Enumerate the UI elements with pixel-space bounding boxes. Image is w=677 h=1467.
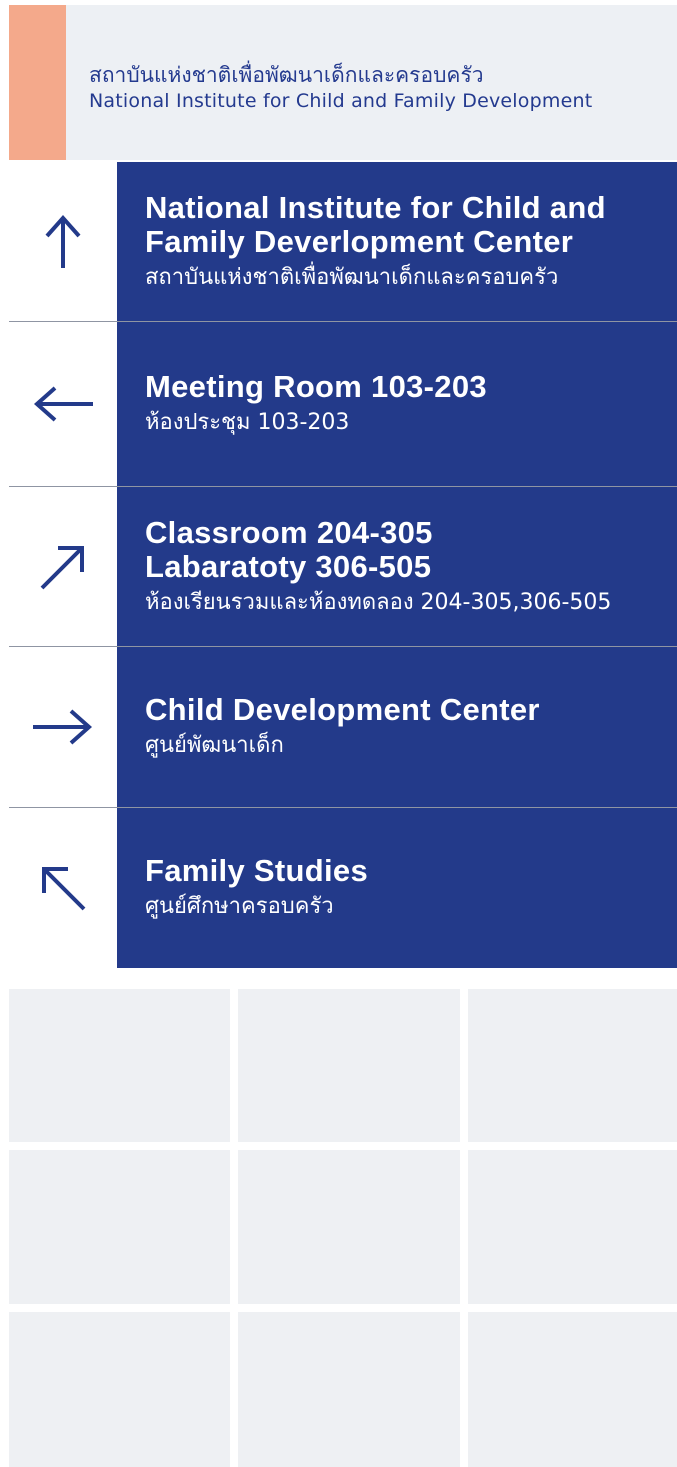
direction-row-child-development: Child Development Center ศูนย์พัฒนาเด็ก [9, 647, 677, 808]
placeholder-tile [468, 1150, 677, 1304]
arrow-up-left-icon [42, 867, 86, 911]
header-title-english: National Institute for Child and Family … [89, 90, 593, 112]
direction-text: Family Studies ศูนย์ศึกษาครอบครัว [117, 808, 677, 968]
placeholder-tile [9, 989, 230, 1142]
direction-title-line: Family Studies [145, 853, 368, 888]
placeholder-tile [468, 1312, 677, 1467]
arrow-cell [9, 647, 117, 807]
placeholder-tile [238, 1312, 460, 1467]
direction-text: National Institute for Child and Family … [117, 162, 677, 321]
direction-subtitle: ศูนย์ศึกษาครอบครัว [145, 894, 334, 919]
arrow-cell [9, 487, 117, 646]
direction-subtitle: ห้องเรียนรวมและห้องทดลอง 204-305,306-505 [145, 589, 612, 615]
arrow-cell [9, 322, 117, 486]
direction-subtitle: ศูนย์พัฒนาเด็ก [145, 733, 284, 758]
direction-row-institute: National Institute for Child and Family … [9, 162, 677, 322]
direction-title-line: Meeting Room 103-203 [145, 369, 487, 404]
placeholder-tile [9, 1312, 230, 1467]
direction-subtitle: ห้องประชุม 103-203 [145, 410, 350, 435]
direction-text: Classroom 204-305 Labaratoty 306-505 ห้อ… [117, 487, 677, 646]
direction-title-line: Family Deverlopment Center [145, 223, 574, 259]
placeholder-grid [9, 989, 677, 1467]
arrow-up-icon [45, 214, 81, 268]
direction-list: National Institute for Child and Family … [9, 162, 677, 968]
header-title-thai: สถาบันแห่งชาติเพื่อพัฒนาเด็กและครอบครัว [89, 63, 484, 87]
arrow-cell [9, 162, 117, 321]
arrow-up-right-icon [40, 545, 84, 589]
placeholder-tile [238, 989, 460, 1142]
placeholder-tile [9, 1150, 230, 1304]
direction-title-line: National Institute for Child and [145, 189, 606, 225]
arrow-cell [9, 808, 117, 968]
direction-row-classroom: Classroom 204-305 Labaratoty 306-505 ห้อ… [9, 487, 677, 647]
arrow-left-icon [33, 386, 93, 422]
sign-header: สถาบันแห่งชาติเพื่อพัฒนาเด็กและครอบครัว … [9, 5, 677, 160]
direction-title-line: Classroom 204-305 [145, 514, 433, 550]
direction-subtitle: สถาบันแห่งชาติเพื่อพัฒนาเด็กและครอบครัว [145, 264, 559, 290]
direction-text: Meeting Room 103-203 ห้องประชุม 103-203 [117, 322, 677, 486]
direction-row-family-studies: Family Studies ศูนย์ศึกษาครอบครัว [9, 808, 677, 968]
direction-title-line: Child Development Center [145, 692, 540, 727]
accent-bar [9, 5, 66, 160]
placeholder-tile [238, 1150, 460, 1304]
direction-title-line: Labaratoty 306-505 [145, 548, 432, 584]
placeholder-tile [468, 989, 677, 1142]
direction-text: Child Development Center ศูนย์พัฒนาเด็ก [117, 647, 677, 807]
direction-row-meeting-room: Meeting Room 103-203 ห้องประชุม 103-203 [9, 322, 677, 487]
arrow-right-icon [33, 709, 93, 745]
